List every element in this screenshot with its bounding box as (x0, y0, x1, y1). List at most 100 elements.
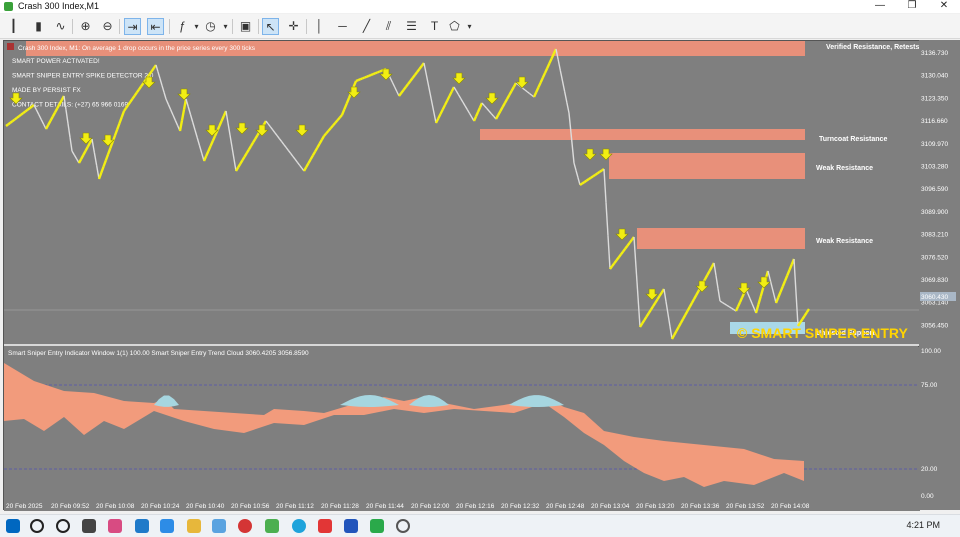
taskbar-clock: 4:21 PM (906, 520, 940, 530)
price-bar (359, 77, 363, 81)
price-bar (596, 170, 601, 175)
files-icon[interactable] (160, 519, 174, 533)
price-tick-label: 3123.350 (921, 95, 948, 102)
folder-icon[interactable] (187, 519, 201, 533)
price-bar (338, 114, 343, 119)
price-bar (18, 113, 22, 118)
time-tick-label: 20 Feb 2025 (6, 503, 43, 510)
task-view-icon[interactable] (82, 519, 96, 533)
price-bar (579, 182, 583, 186)
time-tick-label: 20 Feb 12:00 (411, 503, 450, 510)
price-scale[interactable]: 3136.730 3130.040 3123.350 3116.660 3109.970… (919, 40, 960, 510)
price-bar (583, 179, 588, 184)
line-chart-icon[interactable]: ∿ (52, 18, 69, 35)
price-bar (366, 74, 370, 78)
app-red-icon[interactable] (318, 519, 332, 533)
text-icon[interactable]: T (426, 18, 443, 35)
time-tick-label: 20 Feb 13:52 (726, 503, 765, 510)
watermark: © SMART SNIPER ENTRY (737, 325, 908, 341)
indicator-header: Smart Sniper Entry Indicator Window 1(1)… (8, 350, 309, 357)
chart-header: Crash 300 Index, M1: On average 1 drop o… (18, 45, 256, 52)
screenshot-icon[interactable]: ▣ (237, 18, 254, 35)
search-icon[interactable] (30, 519, 44, 533)
price-bar (592, 173, 596, 178)
resistance-zone[interactable] (480, 129, 805, 140)
time-tick-label: 20 Feb 10:40 (186, 503, 225, 510)
horizontal-line-icon[interactable]: ─ (334, 18, 351, 35)
price-bar (327, 127, 332, 132)
taskbar: 4:21 PM (0, 514, 960, 537)
price-bar (22, 110, 27, 115)
edge-icon[interactable] (292, 519, 306, 533)
chrome-icon[interactable] (265, 519, 279, 533)
candlestick-icon[interactable]: ▮ (30, 18, 47, 35)
zoom-out-icon[interactable]: ⊖ (99, 18, 116, 35)
indicator-tick-label: 100.00 (921, 348, 941, 355)
price-bar (598, 169, 603, 173)
overlay-text-line: MADE BY PERSIST FX (12, 87, 81, 94)
price-bar (361, 76, 366, 80)
cursor-icon[interactable]: ↖ (262, 18, 279, 35)
overlay-text-line: SMART SNIPER ENTRY SPIKE DETECTOR 2.0 (12, 73, 154, 80)
bar-chart-icon[interactable]: ┃ (5, 18, 22, 35)
chart-window[interactable]: Verified Resistance, Retests Turncoat Res… (3, 40, 920, 511)
price-tick-label: 3116.660 (921, 118, 948, 125)
time-tick-label: 20 Feb 13:04 (591, 503, 630, 510)
crosshair-icon[interactable]: ✛ (285, 18, 302, 35)
zoom-in-icon[interactable]: ⊕ (77, 18, 94, 35)
time-tick-label: 20 Feb 09:52 (51, 503, 90, 510)
price-bar (581, 181, 586, 185)
app-green-icon[interactable] (370, 519, 384, 533)
shapes-dropdown-icon[interactable]: ▾ (461, 18, 478, 35)
resistance-zone[interactable] (609, 153, 805, 179)
mail-icon[interactable] (135, 519, 149, 533)
store-icon[interactable] (212, 519, 226, 533)
settings-icon[interactable] (396, 519, 410, 533)
price-bar (336, 116, 341, 122)
minimize-icon[interactable]: — (865, 0, 895, 13)
time-tick-label: 20 Feb 13:36 (681, 503, 720, 510)
channel-icon[interactable]: ⫽ (380, 18, 397, 35)
price-bar (323, 132, 328, 137)
trendline-icon[interactable]: ╱ (358, 18, 375, 35)
time-tick-label: 20 Feb 11:28 (321, 503, 359, 510)
chart-shift-icon[interactable]: ⇤ (147, 18, 164, 35)
price-bar (364, 75, 368, 79)
price-tick-label: 3103.280 (921, 164, 948, 171)
zone-label: Turncoat Resistance (819, 136, 887, 143)
vertical-line-icon[interactable]: │ (311, 18, 328, 35)
current-price-label: 3060.430 (921, 294, 948, 301)
time-tick-label: 20 Feb 13:20 (636, 503, 675, 510)
price-tick-label: 3109.970 (921, 141, 948, 148)
time-tick-label: 20 Feb 12:48 (546, 503, 585, 510)
price-bar (28, 105, 33, 110)
price-bar (372, 72, 376, 76)
price-bar (370, 73, 374, 77)
indicator-tick-label: 0.00 (921, 493, 934, 500)
metatrader-icon[interactable] (344, 519, 358, 533)
indicator-pane[interactable] (4, 347, 920, 499)
price-bar (325, 129, 330, 135)
fibonacci-icon[interactable]: ☰ (403, 18, 420, 35)
resistance-zone[interactable] (637, 228, 805, 249)
price-bar (26, 107, 31, 111)
time-tick-label: 20 Feb 12:32 (501, 503, 540, 510)
app-icon (4, 2, 13, 11)
price-bar (334, 119, 339, 124)
toolbar: ┃ ▮ ∿ ⊕ ⊖ ⇥ ⇤ ƒ ▾ ◷ ▾ ▣ ↖ ✛ │ ─ ╱ ⫽ ☰ T … (0, 14, 960, 39)
price-bar (357, 78, 361, 82)
maximize-icon[interactable]: ❐ (897, 0, 927, 13)
start-icon[interactable] (6, 519, 20, 533)
chart-canvas[interactable]: Verified Resistance, Retests Turncoat Res… (4, 41, 920, 511)
cortana-icon[interactable] (56, 519, 70, 533)
price-tick-label: 3136.730 (921, 50, 948, 57)
close-icon[interactable]: ✕ (929, 0, 959, 13)
autoscroll-icon[interactable]: ⇥ (124, 18, 141, 35)
copilot-icon[interactable] (108, 519, 122, 533)
price-bar (5, 123, 9, 127)
time-tick-label: 20 Feb 12:16 (456, 503, 495, 510)
price-tick-label: 3130.040 (921, 73, 948, 80)
zone-label: Weak Resistance (816, 165, 873, 172)
price-tick-label: 3056.450 (921, 322, 948, 329)
media-icon[interactable] (238, 519, 252, 533)
